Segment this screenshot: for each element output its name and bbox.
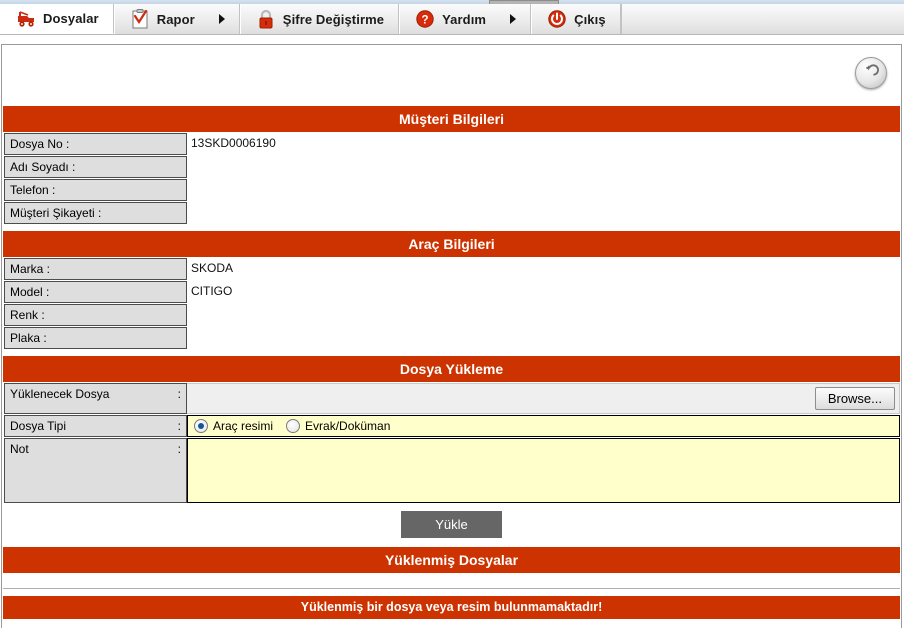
section-header-uploaded: Yüklenmiş Dosyalar	[3, 547, 900, 573]
section-gap	[2, 349, 901, 356]
radio-arac-resimi[interactable]	[194, 419, 208, 433]
menu-item-label: Çıkış	[574, 11, 606, 27]
padlock-icon	[255, 8, 277, 30]
menu-item-label: Şifre Değiştirme	[282, 11, 385, 27]
upload-submit-button[interactable]: Yükle	[401, 511, 502, 538]
label-colon: :	[177, 442, 181, 456]
menu-item-label: Dosyalar	[43, 11, 99, 26]
chevron-right-icon	[510, 14, 517, 24]
svg-text:?: ?	[422, 15, 429, 27]
main-menu-bar: Dosyalar Rapor Şifre Değiştirme ? Yardım…	[0, 4, 904, 35]
menu-item-yardim[interactable]: ? Yardım	[399, 4, 532, 34]
upload-note-label-cell: Not :	[4, 438, 187, 503]
upload-file-row: Yüklenecek Dosya : Browse...	[3, 382, 900, 414]
menu-item-label: Yardım	[442, 11, 487, 27]
uploaded-empty-message: Yüklenmiş bir dosya veya resim bulunmama…	[3, 596, 900, 619]
upload-file-label-cell: Yüklenecek Dosya :	[4, 383, 187, 414]
row-value: SKODA	[191, 261, 234, 275]
table-row: Telefon :	[3, 178, 900, 201]
table-row: Plaka :	[3, 326, 900, 349]
radio-label-evrak-dokuman: Evrak/Doküman	[305, 419, 391, 433]
note-textarea[interactable]	[187, 438, 900, 503]
label-colon: :	[177, 387, 181, 401]
table-row: Marka : SKODA	[3, 257, 900, 280]
upload-type-label: Dosya Tipi	[10, 419, 67, 433]
file-input[interactable]: Browse...	[187, 383, 900, 414]
file-type-radio-group: Araç resimi Evrak/Doküman	[187, 415, 900, 437]
table-row: Müşteri Şikayeti :	[3, 201, 900, 224]
row-value	[187, 303, 900, 326]
menu-item-sifre-degistirme[interactable]: Şifre Değiştirme	[239, 4, 400, 34]
menu-item-dosyalar[interactable]: Dosyalar	[0, 4, 114, 34]
row-value	[187, 201, 900, 224]
browse-button[interactable]: Browse...	[814, 387, 895, 410]
app-window: Dosyalar Rapor Şifre Değiştirme ? Yardım…	[0, 0, 904, 629]
back-button[interactable]	[855, 57, 887, 89]
upload-note-row: Not :	[3, 437, 900, 503]
upload-type-row: Dosya Tipi : Araç resimi Evrak/Doküman	[3, 414, 900, 437]
vehicle-info-table: Marka : SKODA Model : CITIGO Renk : Plak…	[3, 257, 900, 349]
power-icon	[546, 8, 568, 30]
section-gap	[2, 224, 901, 231]
customer-info-table: Dosya No : 13SKD0006190 Adı Soyadı : Tel…	[3, 132, 900, 224]
label-colon: :	[177, 419, 181, 433]
row-value	[187, 326, 900, 349]
upload-type-label-cell: Dosya Tipi :	[4, 415, 187, 437]
upload-submit-row: Yükle	[2, 503, 901, 547]
row-label: Marka :	[4, 258, 187, 280]
table-row: Dosya No : 13SKD0006190	[3, 132, 900, 155]
clipboard-check-icon	[129, 8, 151, 30]
chevron-right-icon	[218, 14, 225, 24]
uploaded-list-empty-area	[3, 573, 900, 589]
upload-form: Yüklenecek Dosya : Browse... Dosya Tipi …	[3, 382, 900, 503]
row-value	[187, 155, 900, 178]
section-gap	[2, 589, 901, 596]
row-label: Plaka :	[4, 327, 187, 349]
content-toolbar	[2, 45, 901, 106]
row-label: Adı Soyadı :	[4, 156, 187, 178]
table-row: Model : CITIGO	[3, 280, 900, 303]
menu-item-rapor[interactable]: Rapor	[113, 4, 240, 34]
row-label: Müşteri Şikayeti :	[4, 202, 187, 224]
upload-note-label: Not	[10, 442, 29, 456]
page-content: Müşteri Bilgileri Dosya No : 13SKD000619…	[1, 44, 902, 628]
menu-item-cikis[interactable]: Çıkış	[531, 4, 621, 34]
row-label: Renk :	[4, 304, 187, 326]
table-row: Renk :	[3, 303, 900, 326]
radio-evrak-dokuman[interactable]	[286, 419, 301, 433]
section-header-vehicle: Araç Bilgileri	[3, 231, 900, 257]
section-header-upload: Dosya Yükleme	[3, 356, 900, 382]
section-header-customer: Müşteri Bilgileri	[3, 106, 900, 132]
row-value: CITIGO	[191, 284, 233, 298]
row-value	[187, 178, 900, 201]
row-label: Model :	[4, 281, 187, 303]
back-arrow-icon	[862, 62, 880, 85]
row-value: 13SKD0006190	[191, 136, 276, 150]
table-row: Adı Soyadı :	[3, 155, 900, 178]
menu-bar-filler	[620, 4, 904, 34]
row-label: Telefon :	[4, 179, 187, 201]
question-circle-icon: ?	[414, 8, 436, 30]
tow-truck-icon	[15, 8, 37, 30]
row-label: Dosya No :	[4, 133, 187, 155]
radio-label-arac-resimi: Araç resimi	[213, 419, 274, 433]
upload-file-label: Yüklenecek Dosya	[10, 387, 110, 401]
menu-item-label: Rapor	[156, 11, 195, 27]
